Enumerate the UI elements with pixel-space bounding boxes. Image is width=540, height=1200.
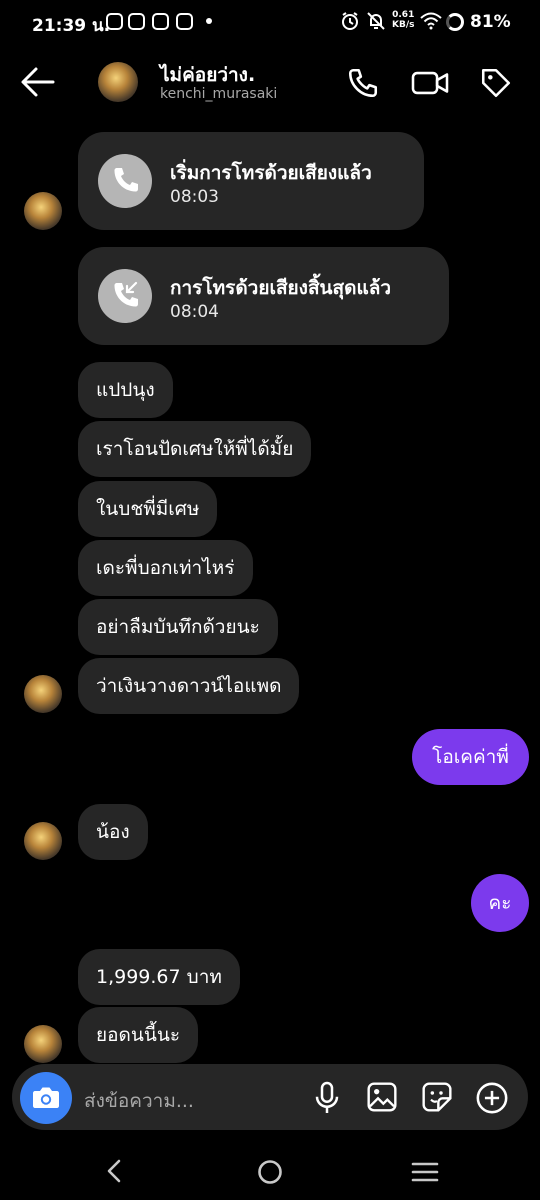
incoming-message[interactable]: ในบชพี่มีเศษ xyxy=(78,481,218,537)
microphone-icon[interactable] xyxy=(312,1080,342,1116)
app-notification-icon xyxy=(128,13,145,30)
battery-icon xyxy=(446,13,464,31)
video-icon[interactable] xyxy=(410,66,450,100)
network-speed-value: 0.61 xyxy=(392,10,415,20)
incoming-message[interactable]: เดะพี่บอกเท่าไหร่ xyxy=(78,540,253,596)
phone-icon xyxy=(114,168,138,192)
camera-icon xyxy=(33,1087,59,1108)
sender-avatar[interactable] xyxy=(24,1025,62,1063)
status-bar: 21:39 น. 0.61 KB/s 81% xyxy=(0,0,540,44)
nav-menu-icon[interactable] xyxy=(410,1160,440,1184)
incoming-message[interactable]: ยอดนนี้นะ xyxy=(78,1007,199,1063)
camera-button[interactable] xyxy=(20,1072,72,1124)
sender-avatar[interactable] xyxy=(24,675,62,713)
sender-avatar[interactable] xyxy=(24,822,62,860)
message-input[interactable]: ส่งข้อความ... xyxy=(84,1086,194,1116)
call-ended-title: การโทรด้วยเสียงสิ้นสุดแล้ว xyxy=(170,277,392,299)
call-ended-card[interactable]: การโทรด้วยเสียงสิ้นสุดแล้ว 08:04 xyxy=(78,247,449,345)
sticker-icon[interactable] xyxy=(421,1081,453,1113)
plus-icon[interactable] xyxy=(475,1081,509,1115)
app-notification-icon xyxy=(152,13,169,30)
chat-header xyxy=(0,44,540,124)
status-time: 21:39 น. xyxy=(32,16,111,36)
mute-bell-icon xyxy=(367,12,385,30)
call-ended-time: 08:04 xyxy=(170,302,219,322)
more-notifications-dot-icon xyxy=(206,18,212,24)
contact-username[interactable]: kenchi_murasaki xyxy=(160,86,277,102)
call-started-time: 08:03 xyxy=(170,187,219,207)
sender-avatar[interactable] xyxy=(24,192,62,230)
incoming-message[interactable]: แปปนุง xyxy=(78,362,173,418)
outgoing-message[interactable]: โอเคค่าพี่ xyxy=(412,729,529,785)
call-icon-circle xyxy=(98,154,152,208)
network-speed: 0.61 KB/s xyxy=(392,10,414,30)
wifi-icon xyxy=(420,12,442,30)
incoming-message[interactable]: อย่าลืมบันทึกด้วยนะ xyxy=(78,599,278,655)
gallery-icon[interactable] xyxy=(366,1081,398,1113)
contact-avatar[interactable] xyxy=(98,62,138,102)
call-started-title: เริ่มการโทรด้วยเสียงแล้ว xyxy=(170,162,372,184)
instagram-notification-icon xyxy=(106,13,123,30)
incoming-message[interactable]: ว่าเงินวางดาวน์ไอแพด xyxy=(78,658,300,714)
incoming-message[interactable]: น้อง xyxy=(78,804,148,860)
network-speed-unit: KB/s xyxy=(392,20,415,30)
battery-percent: 81% xyxy=(470,12,511,32)
back-arrow-icon[interactable] xyxy=(20,66,56,98)
nav-home-icon[interactable] xyxy=(256,1158,284,1186)
call-ended-icon xyxy=(114,281,138,307)
app-notification-icon xyxy=(176,13,193,30)
alarm-icon xyxy=(342,12,358,30)
call-started-card[interactable]: เริ่มการโทรด้วยเสียงแล้ว 08:03 xyxy=(78,132,424,230)
tag-icon[interactable] xyxy=(478,66,514,100)
call-icon-circle xyxy=(98,269,152,323)
incoming-message[interactable]: 1,999.67 บาท xyxy=(78,949,240,1005)
phone-icon[interactable] xyxy=(346,66,380,100)
incoming-message[interactable]: เราโอนปัดเศษให้พี่ได้มั้ย xyxy=(78,421,312,477)
outgoing-message[interactable]: คะ xyxy=(471,874,529,932)
nav-back-icon[interactable] xyxy=(102,1158,126,1184)
